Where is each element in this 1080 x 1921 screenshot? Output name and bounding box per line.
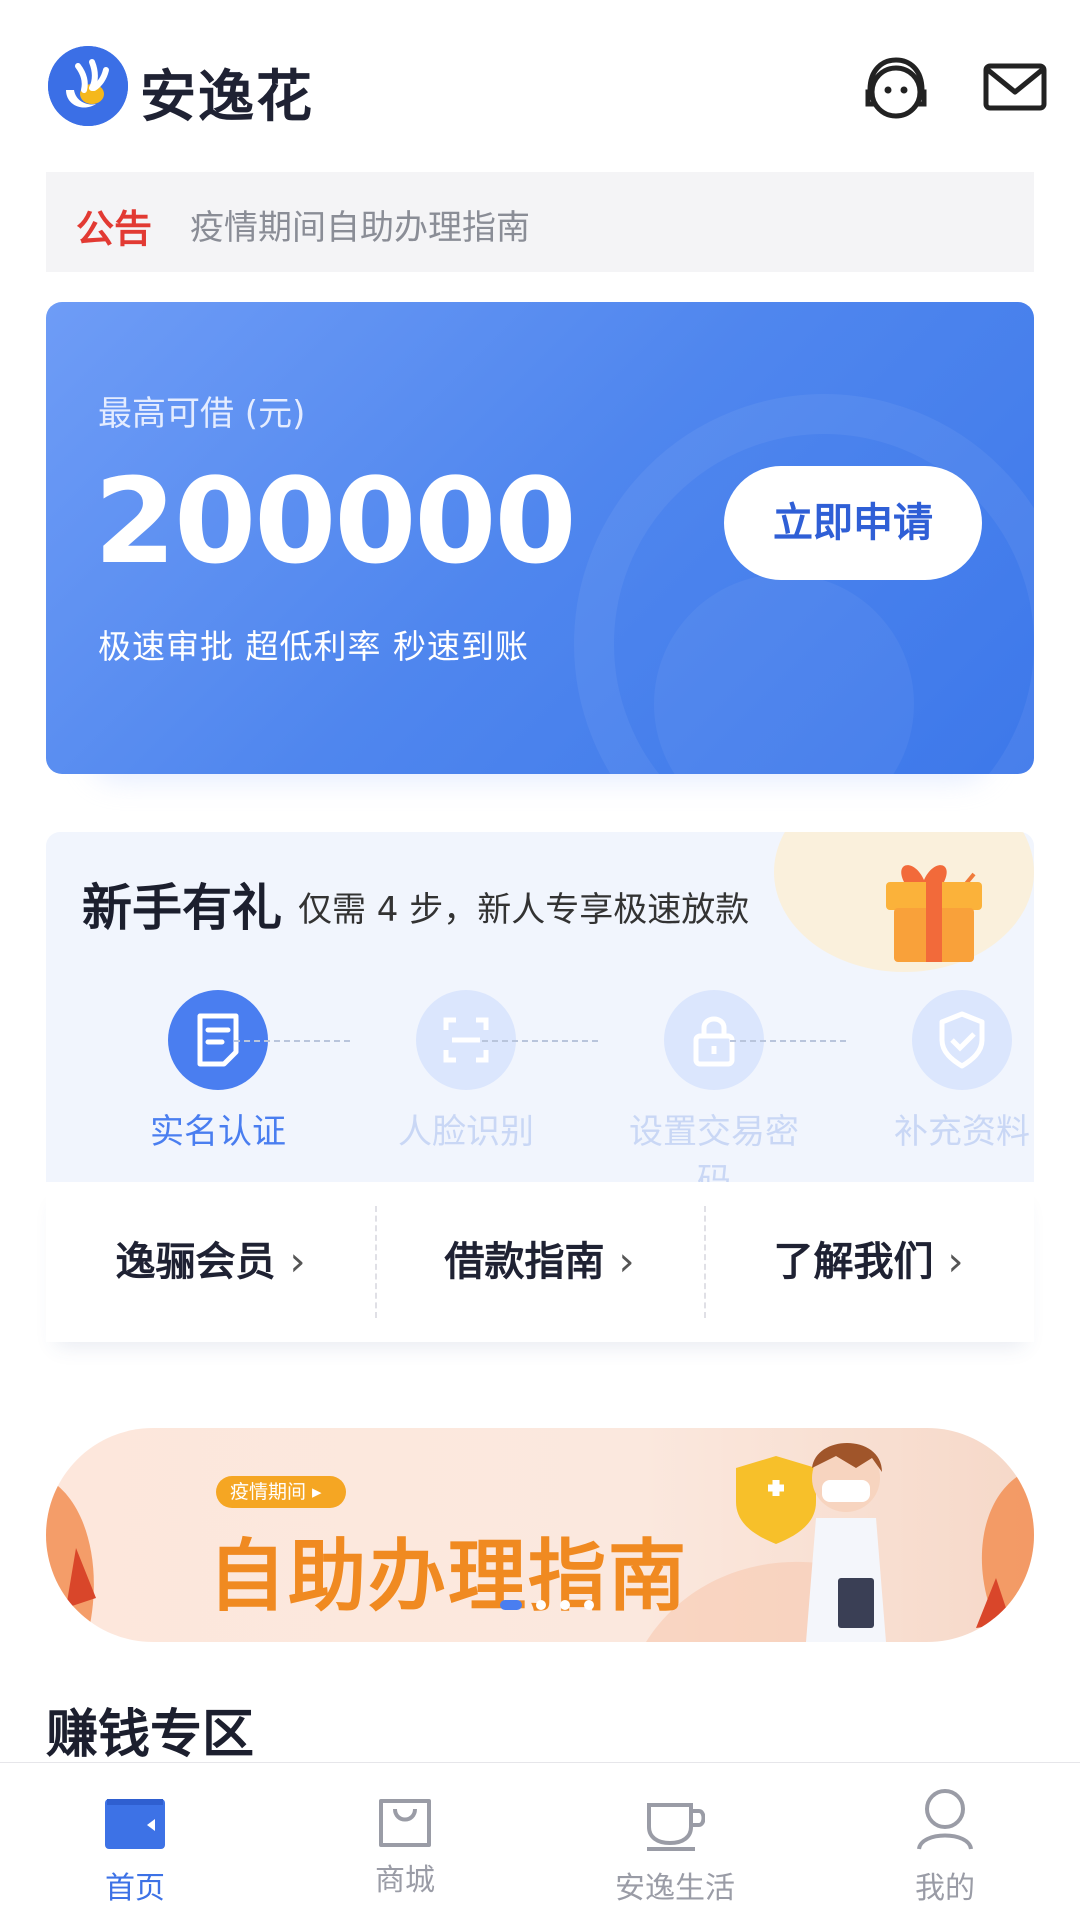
mail-icon[interactable] [980,52,1052,124]
quick-link-label: 逸骊会员 [115,1239,276,1285]
app-logo [48,46,128,126]
coffee-cup-icon [645,1787,706,1851]
chevron-right-icon: › [289,1239,306,1285]
newbie-gift-section: 新手有礼 仅需 4 步，新人专享极速放款 实名认证 人脸识别 设置交易密码 补充… [46,832,1034,1182]
step-label: 人脸识别 [398,1112,534,1152]
tab-life[interactable]: 安逸生活 [540,1763,810,1921]
gift-box-icon [864,842,994,976]
quick-link-label: 借款指南 [444,1239,605,1285]
logo-icon [48,46,128,126]
customer-service-icon[interactable] [860,52,932,124]
step-connector [482,1040,598,1042]
step-real-name[interactable]: 实名认证 [118,990,318,1153]
tab-home[interactable]: 首页 [0,1763,270,1921]
apply-now-button[interactable]: 立即申请 [724,466,982,580]
carousel-dot[interactable] [584,1599,594,1610]
step-icon-wrap [912,990,1012,1090]
banner-tag: 疫情期间 ▸ [216,1476,346,1508]
tab-mall[interactable]: 商城 [270,1763,540,1921]
carousel-dot[interactable] [500,1599,522,1610]
chevron-right-icon: › [947,1239,964,1285]
brand-name: 安逸花 [140,65,314,130]
loan-card: 最高可借 (元) 200000 极速审批 超低利率 秒速到账 立即申请 [46,302,1034,774]
quick-links: 逸骊会员 › 借款指南 › 了解我们 › [46,1182,1034,1342]
quick-link-about-us[interactable]: 了解我们 › [704,1182,1033,1342]
step-connector [234,1040,350,1042]
play-icon: ▸ [306,1481,322,1503]
tab-label: 安逸生活 [615,1871,735,1906]
notice-bar[interactable]: 公告 疫情期间自助办理指南 [46,172,1034,272]
step-label: 设置交易密码 [629,1112,799,1182]
banner-title: 自助办理指南 [208,1532,689,1622]
wallet-icon [105,1787,165,1851]
step-connector [730,1040,846,1042]
step-supplement-info[interactable]: 补充资料 [862,990,1034,1153]
notice-tag: 公告 [76,207,153,251]
newbie-title: 新手有礼 [82,879,282,937]
shield-check-icon [939,1011,985,1069]
bottom-tab-bar: 首页 商城 安逸生活 我的 [0,1762,1080,1921]
shopping-bag-icon [375,1787,435,1851]
tab-mine[interactable]: 我的 [810,1763,1080,1921]
tab-label: 我的 [915,1871,975,1906]
loan-limit-label: 最高可借 (元) [98,394,306,434]
notice-text[interactable]: 疫情期间自助办理指南 [190,200,530,249]
step-label: 实名认证 [150,1112,286,1152]
newbie-subtitle: 仅需 4 步，新人专享极速放款 [298,890,750,930]
step-trade-password[interactable]: 设置交易密码 [614,990,814,1182]
step-face-recognition[interactable]: 人脸识别 [366,990,566,1153]
quick-link-label: 了解我们 [773,1239,934,1285]
user-icon [915,1787,975,1851]
promo-banner[interactable]: 疫情期间 ▸ 自助办理指南 [46,1428,1034,1642]
quick-link-loan-guide[interactable]: 借款指南 › [375,1182,704,1342]
step-label: 补充资料 [894,1112,1030,1152]
tab-label: 首页 [105,1871,165,1906]
carousel-dot[interactable] [560,1599,570,1610]
loan-amount: 200000 [94,452,577,590]
tab-label: 商城 [375,1863,435,1898]
chevron-right-icon: › [618,1239,635,1285]
loan-slogan: 极速审批 超低利率 秒速到账 [98,627,529,666]
section-title: 赚钱专区 [46,1705,255,1765]
carousel-indicator [500,1594,608,1613]
quick-link-membership[interactable]: 逸骊会员 › [46,1182,375,1342]
carousel-dot[interactable] [536,1599,546,1610]
